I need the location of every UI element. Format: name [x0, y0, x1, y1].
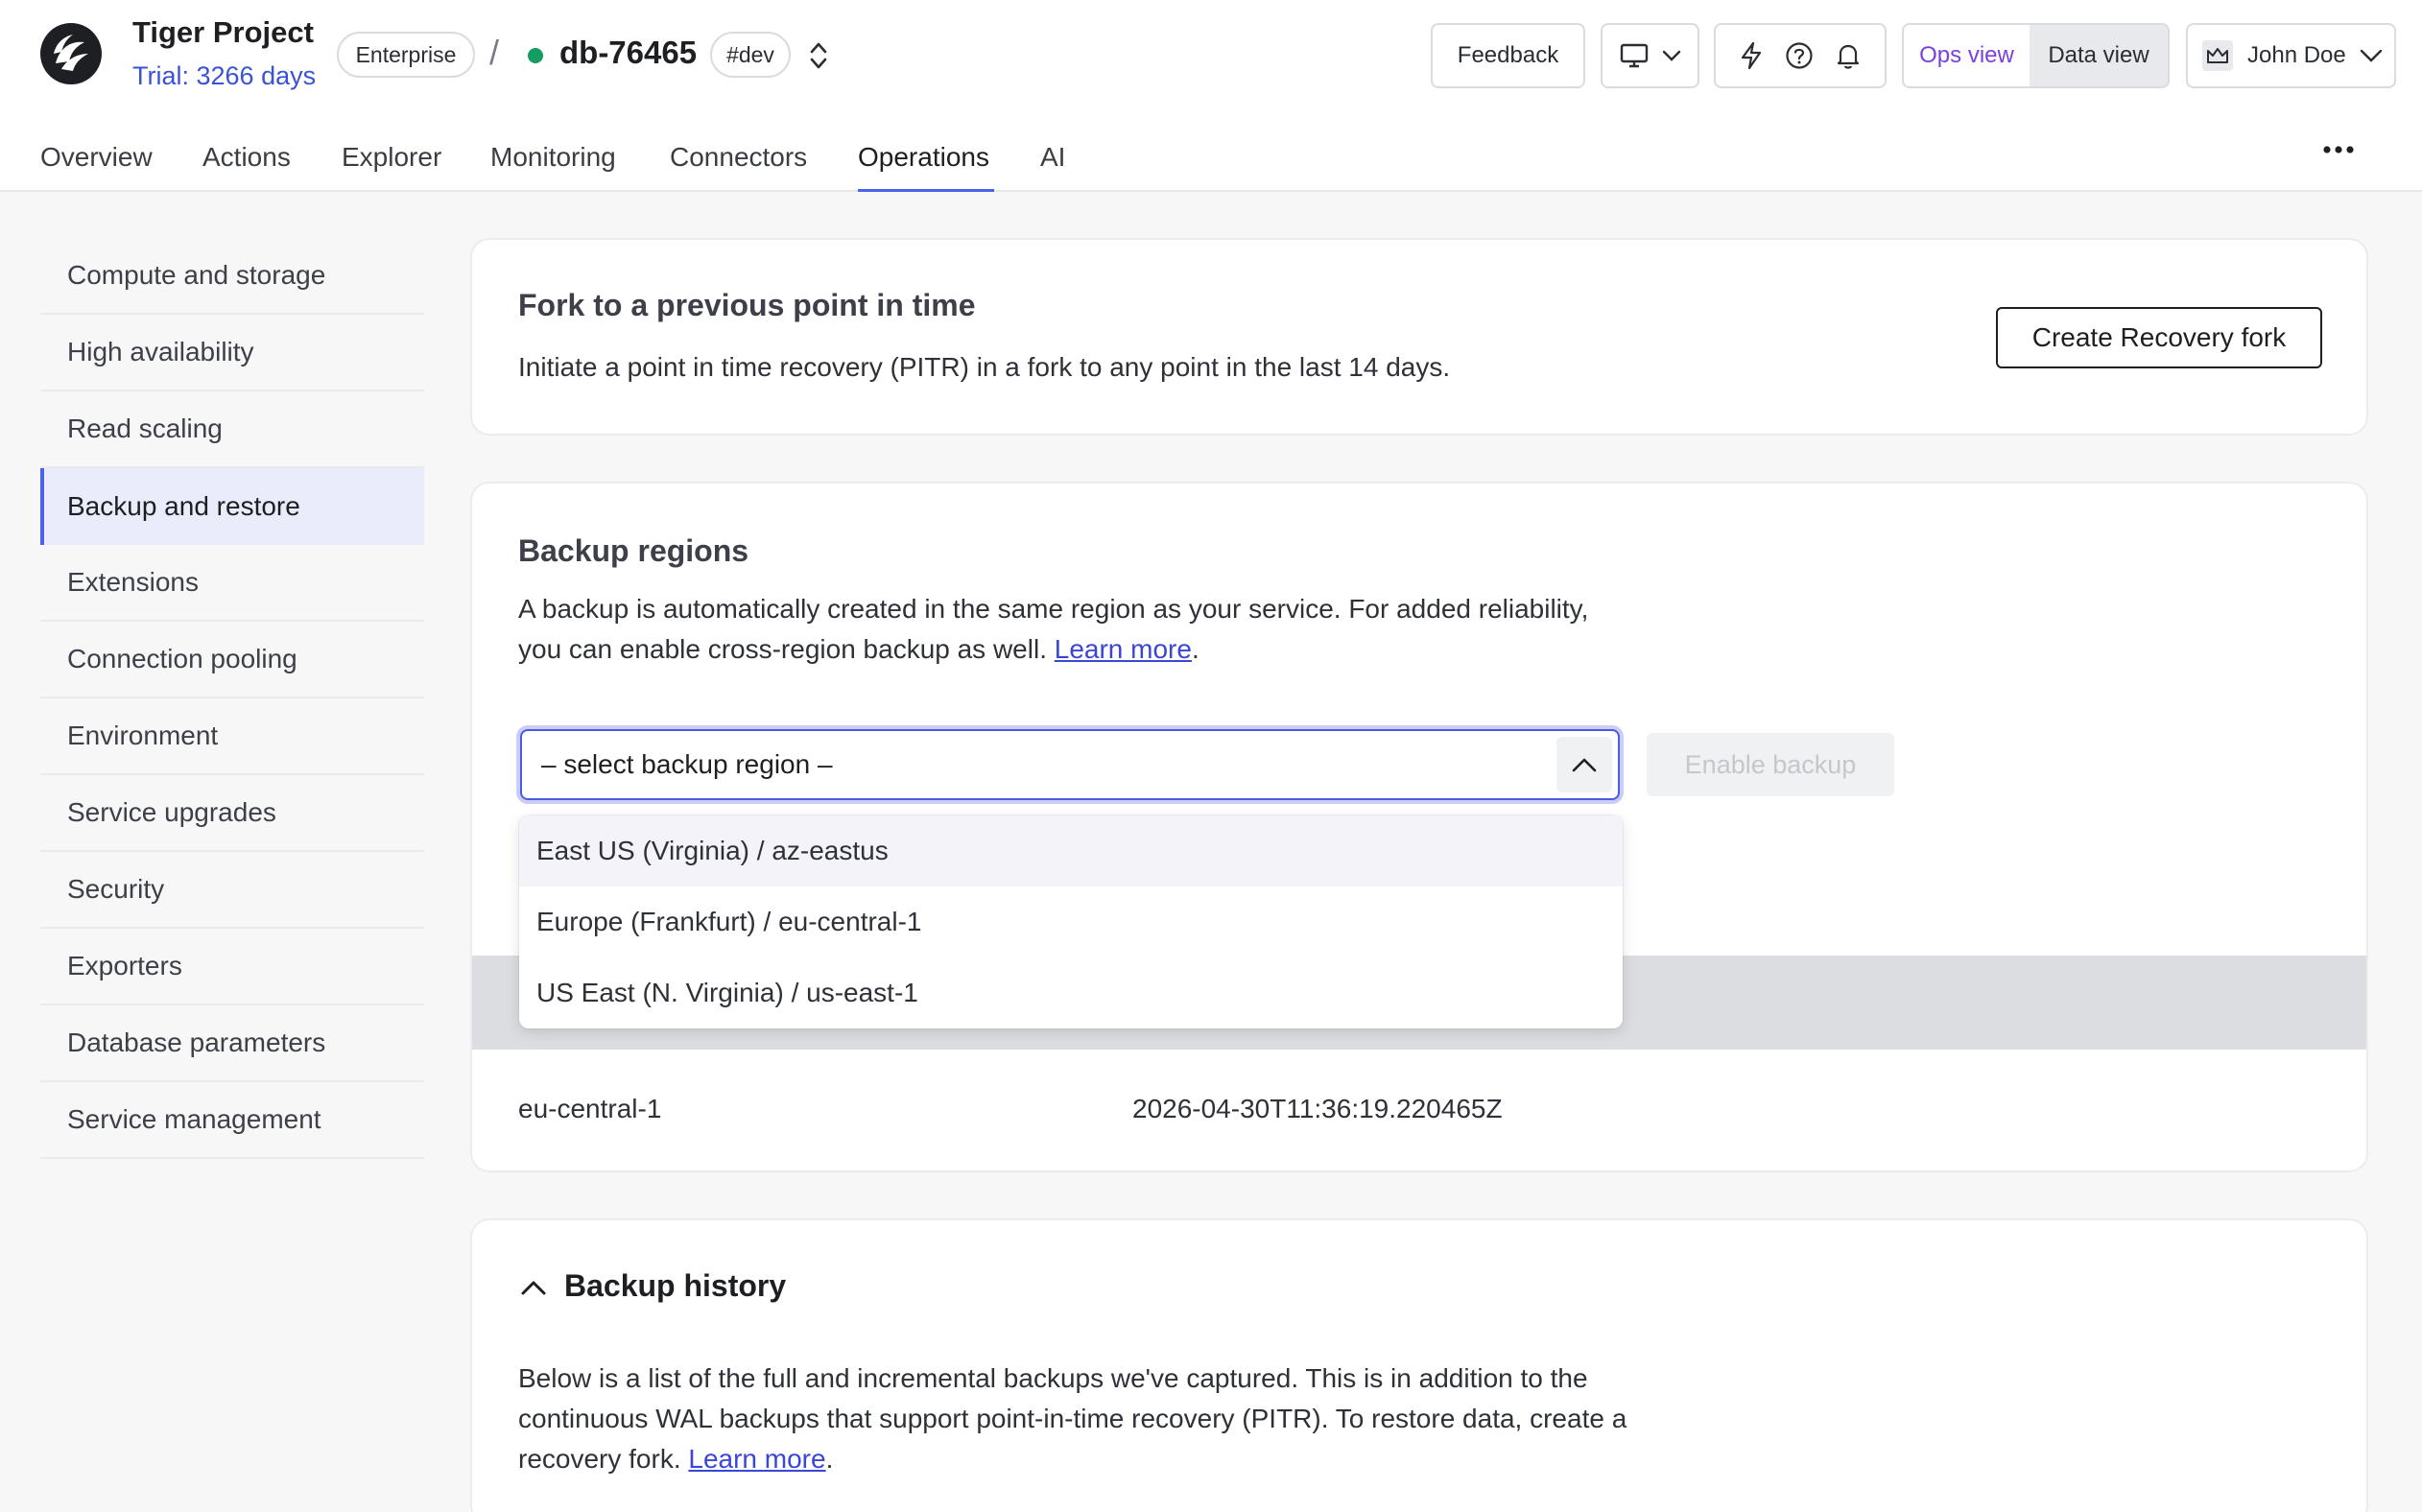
option-eu-central-1[interactable]: Europe (Frankfurt) / eu-central-1 [519, 886, 1623, 957]
project-name[interactable]: Tiger Project [132, 15, 314, 50]
sidebar-item-security[interactable]: Security [40, 852, 424, 929]
ops-view-button[interactable]: Ops view [1904, 25, 2030, 86]
env-tag[interactable]: #dev [710, 32, 791, 78]
header-actions-group [1714, 23, 1887, 88]
tab-operations[interactable]: Operations [858, 142, 989, 173]
breadcrumb-separator: / [489, 33, 500, 72]
learn-more-link[interactable]: Learn more [1055, 634, 1192, 664]
service-switcher-icon[interactable] [806, 38, 831, 73]
plan-badge: Enterprise [337, 32, 475, 78]
backup-regions-description: A backup is automatically created in the… [518, 589, 1588, 670]
sidebar-item-environment[interactable]: Environment [40, 698, 424, 775]
backup-history-description: Below is a list of the full and incremen… [518, 1358, 1627, 1479]
trial-days[interactable]: Trial: 3266 days [132, 61, 316, 91]
sidebar-item-service-upgrades[interactable]: Service upgrades [40, 775, 424, 852]
create-recovery-fork-button[interactable]: Create Recovery fork [1996, 307, 2322, 368]
backup-history-title[interactable]: Backup history [564, 1268, 786, 1304]
tab-monitoring[interactable]: Monitoring [490, 142, 616, 173]
backup-history-line2: continuous WAL backups that support poin… [518, 1404, 1627, 1433]
backup-region-select-focus-ring: – select backup region – [516, 725, 1624, 804]
table-cell-region: eu-central-1 [518, 1094, 662, 1123]
backup-history-line3: recovery fork. Learn more. [518, 1439, 1627, 1479]
tab-overview[interactable]: Overview [40, 142, 153, 173]
sidebar-item-exporters[interactable]: Exporters [40, 929, 424, 1005]
backup-regions-description-line2: you can enable cross-region backup as we… [518, 629, 1588, 670]
service-status-icon [528, 48, 543, 63]
service-name[interactable]: db-76465 [559, 35, 697, 71]
sidebar-item-backup-and-restore[interactable]: Backup and restore [40, 468, 424, 545]
pitr-title: Fork to a previous point in time [518, 288, 976, 322]
user-name: John Doe [2247, 42, 2346, 68]
chevron-down-icon [2360, 49, 2382, 62]
tab-actions[interactable]: Actions [202, 142, 291, 173]
select-placeholder: – select backup region – [541, 749, 833, 779]
monitor-icon [1620, 43, 1648, 68]
description-period: . [1191, 634, 1199, 664]
table-cell-timestamp: 2026-04-30T11:36:19.220465Z [1132, 1094, 1503, 1123]
crown-icon [2202, 40, 2233, 71]
description-text: you can enable cross-region backup as we… [518, 634, 1055, 664]
backup-region-select[interactable]: – select backup region – [520, 729, 1620, 800]
sidebar-item-extensions[interactable]: Extensions [40, 545, 424, 622]
select-toggle[interactable] [1556, 737, 1612, 792]
chevron-down-icon [1662, 50, 1680, 61]
tiger-logo-icon[interactable] [38, 21, 104, 86]
sidebar-item-database-parameters[interactable]: Database parameters [40, 1005, 424, 1082]
feedback-button[interactable]: Feedback [1431, 23, 1585, 88]
tab-explorer[interactable]: Explorer [342, 142, 441, 173]
option-us-east-1[interactable]: US East (N. Virginia) / us-east-1 [519, 957, 1623, 1028]
sidebar-item-high-availability[interactable]: High availability [40, 315, 424, 391]
tab-ai[interactable]: AI [1040, 142, 1065, 173]
backup-regions-description-line1: A backup is automatically created in the… [518, 594, 1589, 624]
data-view-button[interactable]: Data view [2030, 25, 2168, 86]
backup-history-card: Backup history Below is a list of the fu… [470, 1218, 2368, 1512]
bell-icon[interactable] [1835, 41, 1862, 70]
lightning-icon[interactable] [1739, 41, 1764, 70]
option-az-eastus[interactable]: East US (Virginia) / az-eastus [519, 815, 1623, 886]
sidebar-item-connection-pooling[interactable]: Connection pooling [40, 622, 424, 698]
backup-region-dropdown: East US (Virginia) / az-eastus Europe (F… [519, 815, 1623, 1028]
help-icon[interactable] [1785, 41, 1814, 70]
top-header: Tiger Project Trial: 3266 days Enterpris… [0, 0, 2422, 115]
user-menu-button[interactable]: John Doe [2186, 23, 2396, 88]
view-toggle: Ops view Data view [1902, 23, 2170, 88]
display-menu-button[interactable] [1601, 23, 1699, 88]
enable-backup-button[interactable]: Enable backup [1647, 733, 1894, 796]
pitr-description: Initiate a point in time recovery (PITR)… [518, 352, 1451, 382]
sidebar-item-service-management[interactable]: Service management [40, 1082, 424, 1159]
collapse-chevron-up-icon[interactable] [520, 1274, 547, 1301]
sidebar-item-compute-and-storage[interactable]: Compute and storage [40, 238, 424, 315]
backup-history-line1: Below is a list of the full and incremen… [518, 1363, 1588, 1393]
chevron-up-icon [1572, 758, 1597, 772]
history-period: . [825, 1444, 834, 1474]
history-text: recovery fork. [518, 1444, 689, 1474]
history-learn-more-link[interactable]: Learn more [688, 1444, 825, 1474]
sidebar-item-read-scaling[interactable]: Read scaling [40, 391, 424, 468]
pitr-card: Fork to a previous point in time Initiat… [470, 238, 2368, 436]
tab-connectors[interactable]: Connectors [670, 142, 807, 173]
more-options-icon[interactable] [2322, 144, 2355, 155]
backup-regions-title: Backup regions [518, 533, 749, 568]
main-tabs: Overview Actions Explorer Monitoring Con… [0, 115, 2422, 192]
